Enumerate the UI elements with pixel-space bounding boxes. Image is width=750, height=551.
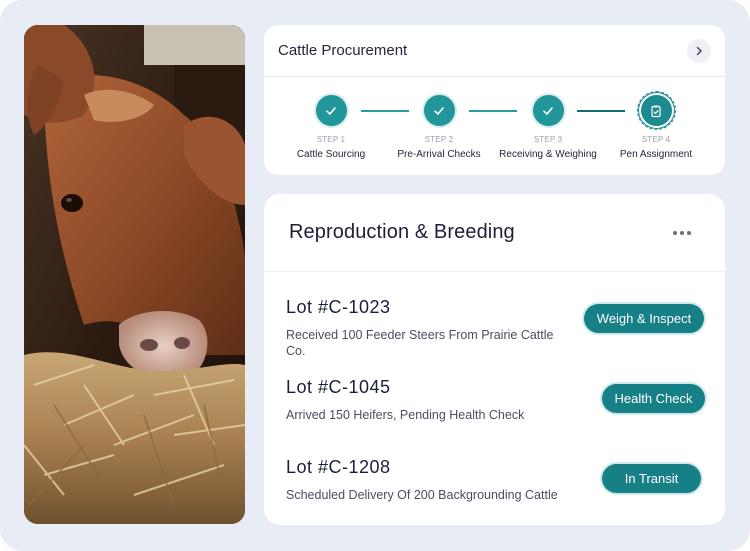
breeding-header: Reproduction & Breeding — [264, 194, 725, 272]
step-label: Pen Assignment — [619, 149, 693, 160]
lot-description: Scheduled Delivery Of 200 Backgrounding … — [286, 488, 558, 502]
procurement-title: Cattle Procurement — [278, 42, 408, 59]
breeding-title: Reproduction & Breeding — [289, 221, 515, 243]
breeding-card: Reproduction & Breeding Lot #C-1023 Rece… — [264, 194, 725, 525]
step-complete-marker — [532, 95, 564, 126]
lot-description: Arrived 150 Heifers, Pending Health Chec… — [286, 408, 525, 422]
step-number: STEP 2 — [424, 135, 454, 144]
health-check-button[interactable]: Health Check — [602, 384, 705, 413]
step-number: STEP 1 — [316, 135, 346, 144]
step-4[interactable]: STEP 4 Pen Assignment — [596, 91, 716, 160]
step-number: STEP 3 — [533, 135, 563, 144]
step-1[interactable]: STEP 1 Cattle Sourcing — [271, 95, 391, 160]
step-complete-marker — [315, 95, 347, 126]
step-label: Pre-Arrival Checks — [397, 149, 481, 160]
next-button[interactable] — [687, 38, 711, 63]
more-dots-icon — [680, 230, 684, 235]
check-icon — [434, 106, 444, 115]
more-dots-icon — [673, 230, 677, 235]
check-icon — [543, 106, 553, 115]
check-icon — [326, 106, 336, 115]
step-current-marker — [636, 91, 676, 130]
procurement-card: Cattle Procurement STEP 1 Cattle Sourcin… — [264, 25, 725, 175]
weigh-inspect-button[interactable]: Weigh & Inspect — [584, 304, 704, 333]
cattle-image — [24, 25, 245, 524]
step-label: Receiving & Weighing — [499, 149, 597, 160]
cattle-photo — [24, 25, 245, 524]
chevron-right-icon — [696, 46, 702, 55]
more-dots-icon — [687, 230, 691, 235]
progress-stepper: STEP 1 Cattle Sourcing STEP 2 Pre-Arriva… — [264, 77, 725, 175]
clipboard-check-icon — [651, 105, 661, 117]
in-transit-button[interactable]: In Transit — [602, 464, 701, 493]
app-frame: Cattle Procurement STEP 1 Cattle Sourcin… — [0, 0, 750, 551]
step-number: STEP 4 — [641, 135, 671, 144]
lot-description: Received 100 Feeder Steers From Prairie … — [286, 328, 554, 358]
procurement-header: Cattle Procurement — [264, 25, 725, 77]
step-2[interactable]: STEP 2 Pre-Arrival Checks — [379, 95, 499, 160]
step-label: Cattle Sourcing — [296, 149, 366, 160]
more-options-button[interactable] — [669, 227, 695, 239]
step-complete-marker — [423, 95, 455, 126]
step-3[interactable]: STEP 3 Receiving & Weighing — [488, 95, 608, 160]
